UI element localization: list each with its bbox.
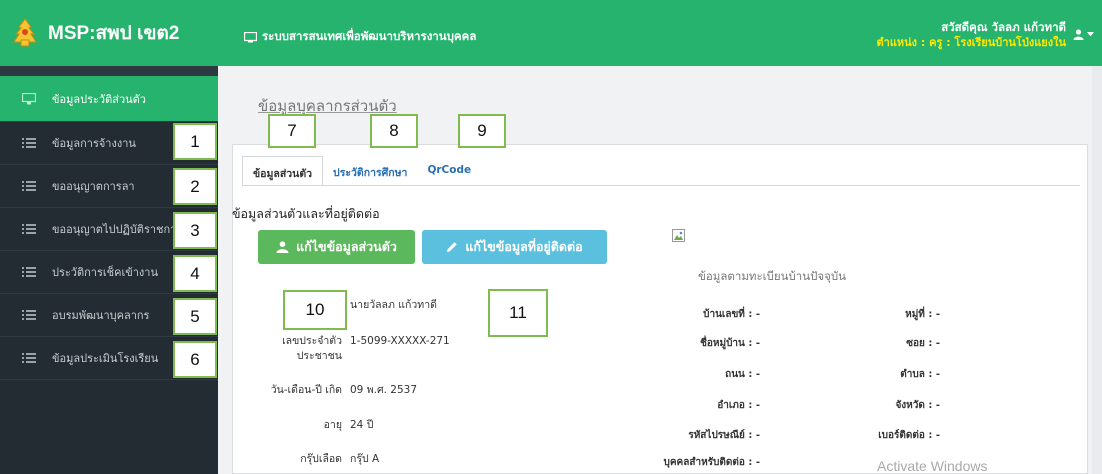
road-field: ถนน : - — [725, 369, 760, 380]
tab-qrcode[interactable]: QrCode — [417, 156, 481, 186]
tab-education-history[interactable]: ประวัติการศึกษา — [323, 156, 417, 186]
id-label-line1: เลขประจำตัว — [282, 335, 342, 347]
sidebar-item-label: ประวัติการเช็คเข้างาน — [52, 266, 158, 279]
annotation-box-11: 11 — [488, 289, 548, 337]
annotation-box-9: 9 — [458, 114, 506, 148]
right-scroll-strip — [1092, 66, 1102, 474]
list-icon — [22, 267, 36, 277]
user-greeting: สวัสดีคุณ วัลลภ แก้วทาดี — [941, 20, 1066, 34]
sidebar-item-label: อบรมพัฒนาบุคลากร — [52, 309, 150, 322]
moo-field: หมู่ที่ : - — [905, 309, 940, 320]
postcode-field: รหัสไปรษณีย์ : - — [688, 430, 760, 441]
sidebar-item-label: ขออนุญาตการลา — [52, 180, 135, 193]
pencil-icon — [447, 242, 458, 252]
brand-name: MSP:สพป เขต2 — [48, 23, 180, 44]
id-label-line2: ประชาชน — [296, 350, 342, 362]
edit-personal-info-label: แก้ไขข้อมูลส่วนตัว — [296, 239, 397, 254]
sidebar-item-personal-info[interactable]: ข้อมูลประวัติส่วนตัว — [0, 76, 218, 122]
amphoe-field: อำเภอ : - — [717, 400, 760, 411]
id-number-value: 1-5099-XXXXX-271 — [350, 335, 450, 347]
edit-address-label: แก้ไขข้อมูลที่อยู่ติดต่อ — [465, 239, 583, 254]
address-section-title: ข้อมูลตามทะเบียนบ้านปัจจุบัน — [698, 269, 847, 283]
age-label: อายุ — [323, 419, 342, 431]
tambon-field: ตำบล : - — [900, 369, 940, 380]
brand[interactable]: MSP:สพป เขต2 — [0, 0, 232, 66]
annotation-box-6: 6 — [173, 341, 217, 378]
user-icon — [1073, 29, 1084, 40]
province-field: จังหวัด : - — [895, 400, 940, 411]
annotation-box-3: 3 — [173, 212, 217, 249]
top-navbar: MSP:สพป เขต2 ระบบสารสนเทศเพื่อพัฒนาบริหา… — [0, 0, 1102, 66]
list-icon — [22, 353, 36, 363]
user-info: สวัสดีคุณ วัลลภ แก้วทาดี ตำแหน่ง : ครู :… — [877, 19, 1067, 50]
sidebar-item-label: ขออนุญาตไปปฏิบัติราชการ — [52, 223, 183, 236]
sidebar-item-label: ข้อมูลการจ้างงาน — [52, 137, 136, 150]
house-number-field: บ้านเลขที่ : - — [703, 309, 760, 320]
desktop-icon — [22, 92, 36, 104]
full-name-value: นายวัลลภ แก้วทาดี — [350, 299, 437, 311]
annotation-box-8: 8 — [370, 114, 418, 148]
tab-bar: ข้อมูลส่วนตัว ประวัติการศึกษา QrCode — [242, 156, 481, 186]
user-icon — [276, 241, 289, 253]
annotation-box-5: 5 — [173, 298, 217, 335]
monitor-icon — [244, 31, 257, 42]
annotation-box-2: 2 — [173, 168, 217, 205]
dob-label: วัน-เดือน-ปี เกิด — [270, 384, 342, 396]
tab-personal-info[interactable]: ข้อมูลส่วนตัว — [242, 156, 324, 186]
list-icon — [22, 224, 36, 234]
blood-type-label: กรุ๊ปเลือด — [300, 453, 342, 465]
user-position: ตำแหน่ง : ครู : โรงเรียนบ้านโป่งแยงใน — [876, 36, 1067, 49]
section-title: ข้อมูลส่วนตัวและที่อยู่ติดต่อ — [232, 206, 380, 221]
edit-address-button[interactable]: แก้ไขข้อมูลที่อยู่ติดต่อ — [422, 230, 607, 264]
sidebar-top-strip — [0, 66, 218, 76]
sidebar-item-label: ข้อมูลประเมินโรงเรียน — [52, 352, 159, 365]
list-icon — [22, 310, 36, 320]
annotation-box-4: 4 — [173, 255, 217, 292]
soi-field: ซอย : - — [906, 338, 940, 349]
annotation-box-1: 1 — [173, 123, 217, 160]
age-value: 24 ปี — [350, 419, 374, 431]
village-field: ชื่อหมู่บ้าน : - — [700, 338, 760, 349]
annotation-box-10: 10 — [283, 290, 347, 330]
list-icon — [22, 181, 36, 191]
list-icon — [22, 138, 36, 148]
tab-divider — [242, 185, 1080, 186]
school-emblem-icon — [13, 18, 37, 47]
blood-type-value: กรุ๊ป A — [350, 453, 380, 465]
activate-windows-watermark: Activate Windows — [877, 458, 988, 474]
user-menu-toggle[interactable] — [1073, 29, 1094, 40]
broken-image-icon — [672, 229, 685, 242]
caret-down-icon — [1087, 32, 1094, 37]
dob-value: 09 พ.ศ. 2537 — [350, 384, 418, 396]
system-title: ระบบสารสนเทศเพื่อพัฒนาบริหารงานบุคคล — [244, 28, 476, 46]
edit-personal-info-button[interactable]: แก้ไขข้อมูลส่วนตัว — [258, 230, 415, 264]
system-title-text: ระบบสารสนเทศเพื่อพัฒนาบริหารงานบุคคล — [262, 29, 477, 43]
phone-field: เบอร์ติดต่อ : - — [878, 430, 940, 441]
sidebar-item-label: ข้อมูลประวัติส่วนตัว — [52, 92, 146, 106]
annotation-box-7: 7 — [268, 114, 316, 148]
id-label: เลขประจำตัว ประชาชน — [250, 334, 342, 364]
contact-person-field: บุคคลสำหรับติดต่อ : - — [663, 457, 760, 468]
